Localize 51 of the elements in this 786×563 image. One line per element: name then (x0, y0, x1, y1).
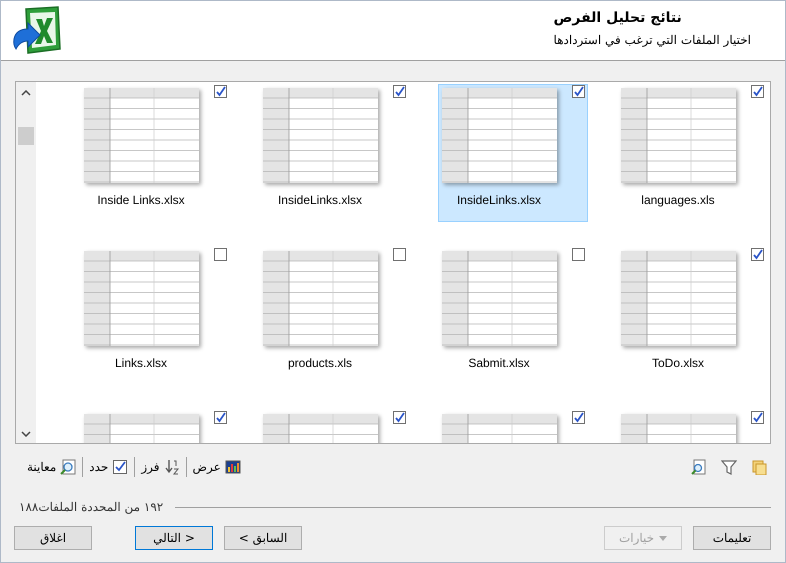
file-name: products.xls (288, 356, 352, 370)
help-button[interactable]: تعليمات (693, 526, 771, 550)
file-checkbox[interactable] (214, 248, 227, 261)
scroll-down-icon[interactable] (21, 431, 31, 437)
sort-icon (164, 459, 180, 475)
file-checkbox[interactable] (751, 248, 764, 261)
scrollbar-thumb[interactable] (18, 127, 34, 145)
file-name: InsideLinks.xlsx (456, 193, 542, 207)
chart-icon (224, 459, 241, 475)
caret-icon (659, 536, 668, 540)
file-checkbox[interactable] (572, 411, 585, 424)
dialog-button[interactable]: التالي > (135, 526, 213, 550)
file-item[interactable]: languages.xls (617, 84, 767, 222)
file-item[interactable]: ToDo.xlsx (617, 247, 767, 385)
file-checkbox[interactable] (572, 85, 585, 98)
file-name: InsideLinks.xlsx (278, 193, 362, 207)
search-icon[interactable] (691, 459, 707, 475)
file-item[interactable]: Sabmit.xlsx (438, 247, 588, 385)
file-name: ToDo.xlsx (652, 356, 704, 370)
checkbox-icon (112, 459, 128, 475)
file-checkbox[interactable] (572, 248, 585, 261)
toolbar-button[interactable]: عرض (186, 459, 247, 475)
file-item[interactable]: InsideLinks.xlsx (259, 84, 409, 222)
file-name: languages.xls (641, 193, 715, 207)
file-checkbox[interactable] (393, 248, 406, 261)
dialog-button[interactable]: < السابق (224, 526, 302, 550)
file-item[interactable]: Inside Links.xlsx (80, 84, 230, 222)
dialog-subtitle: اختيار الملفات التي ترغب في استردادها (554, 33, 751, 47)
dialog-button[interactable]: اغلاق (14, 526, 92, 550)
file-item[interactable]: Links.xlsx (80, 247, 230, 385)
file-checkbox[interactable] (751, 85, 764, 98)
file-checkbox[interactable] (214, 85, 227, 98)
filter-icon[interactable] (721, 459, 737, 475)
scrollbar[interactable] (16, 82, 36, 443)
toolbar-button[interactable]: معاينة (21, 459, 82, 475)
preview-icon (60, 459, 76, 475)
selection-count: ١٩٢ من المحددة الملفات١٨٨ (19, 500, 164, 514)
file-name: Links.xlsx (114, 356, 167, 370)
dialog-title: نتائج تحليل الفرص (554, 10, 682, 26)
scroll-up-icon[interactable] (21, 90, 31, 96)
file-checkbox[interactable] (393, 85, 406, 98)
file-checkbox[interactable] (393, 411, 406, 424)
toolbar-button[interactable]: فرز (135, 459, 186, 475)
file-name: Inside Links.xlsx (97, 193, 185, 207)
file-checkbox[interactable] (751, 411, 764, 424)
spreadsheet-recovery-logo-icon (12, 4, 64, 56)
file-item[interactable]: InsideLinks.xlsx (438, 84, 588, 222)
file-checkbox[interactable] (214, 411, 227, 424)
file-name: Sabmit.xlsx (468, 356, 530, 370)
toolbar-button[interactable]: حدد (83, 459, 134, 475)
file-item[interactable]: products.xls (259, 247, 409, 385)
